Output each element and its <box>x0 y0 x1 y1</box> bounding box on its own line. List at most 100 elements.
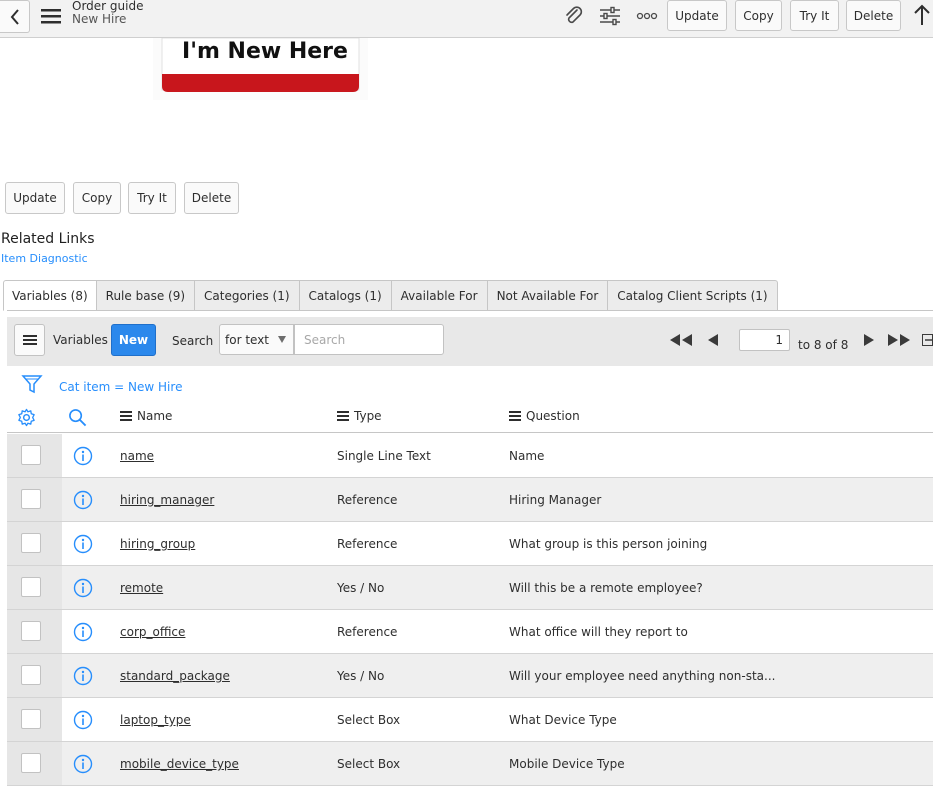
tab-catalog-client-scripts[interactable]: Catalog Client Scripts (1) <box>608 280 778 311</box>
filter-breadcrumb-link[interactable]: Cat item = New Hire <box>59 380 182 394</box>
search-icon[interactable] <box>68 408 87 427</box>
row-name-link[interactable]: corp_office <box>120 625 185 639</box>
sliders-icon <box>600 6 620 26</box>
arrow-up-icon <box>914 4 930 25</box>
table-row: laptop_type Select Box What Device Type <box>7 698 933 742</box>
breadcrumb: Cat item = New Hire <box>7 369 933 401</box>
row-type: Reference <box>337 493 398 507</box>
info-icon <box>73 534 93 554</box>
gear-icon[interactable] <box>17 408 36 427</box>
header-delete-button[interactable]: Delete <box>846 0 901 31</box>
row-type: Reference <box>337 625 398 639</box>
row-type: Reference <box>337 537 398 551</box>
info-icon <box>73 446 93 466</box>
tab-categories[interactable]: Categories (1) <box>195 280 300 311</box>
item-picture: I'm New Here <box>153 38 368 100</box>
header-subtitle: New Hire <box>72 12 127 26</box>
row-checkbox[interactable] <box>21 753 41 773</box>
table-header: Name Type Question <box>7 401 933 433</box>
list-menu-button[interactable] <box>14 324 45 356</box>
row-info-button[interactable] <box>73 446 93 469</box>
column-header-type[interactable]: Type <box>337 409 382 423</box>
column-question-label: Question <box>526 409 580 423</box>
column-menu-icon <box>337 411 349 421</box>
filter-icon[interactable] <box>21 373 43 395</box>
row-type: Yes / No <box>337 669 385 683</box>
row-name-link[interactable]: standard_package <box>120 669 230 683</box>
table-row: corp_office Reference What office will the… <box>7 610 933 654</box>
row-info-button[interactable] <box>73 666 93 689</box>
table-row: standard_package Yes / No Will your employ… <box>7 654 933 698</box>
scroll-top-button[interactable] <box>909 3 933 27</box>
search-label: Search <box>172 334 214 348</box>
more-options-button[interactable] <box>634 4 660 28</box>
row-question: Will this be a remote employee? <box>509 581 703 595</box>
info-icon <box>73 666 93 686</box>
header-copy-button[interactable]: Copy <box>735 0 782 31</box>
related-links-title: Related Links <box>1 231 95 247</box>
row-name-link[interactable]: hiring_manager <box>120 493 214 507</box>
row-checkbox[interactable] <box>21 709 41 729</box>
tab-variables[interactable]: Variables (8) <box>3 280 97 311</box>
row-name-link[interactable]: remote <box>120 581 163 595</box>
hamburger-icon[interactable] <box>40 6 62 26</box>
column-header-question[interactable]: Question <box>509 409 580 423</box>
more-icon <box>636 12 658 20</box>
tab-not-available-for[interactable]: Not Available For <box>487 280 609 311</box>
item-diagnostic-link[interactable]: Item Diagnostic <box>1 252 88 265</box>
collapse-list-button[interactable] <box>922 331 933 349</box>
table-row: name Single Line Text Name <box>7 434 933 478</box>
page-number-input[interactable] <box>739 329 790 351</box>
row-select-cell <box>7 698 62 741</box>
personalize-form-button[interactable] <box>597 4 623 28</box>
paperclip-icon <box>566 6 583 24</box>
row-info-button[interactable] <box>73 578 93 601</box>
copy-button[interactable]: Copy <box>73 182 121 214</box>
new-button[interactable]: New <box>111 324 156 356</box>
column-menu-icon <box>120 411 132 421</box>
row-name-link[interactable]: hiring_group <box>120 537 195 551</box>
row-checkbox[interactable] <box>21 489 41 509</box>
row-info-button[interactable] <box>73 534 93 557</box>
page-count: to 8 of 8 <box>798 338 849 352</box>
previous-page-button[interactable] <box>707 331 719 349</box>
row-info-button[interactable] <box>73 710 93 733</box>
row-select-cell <box>7 654 62 697</box>
tab-available-for[interactable]: Available For <box>391 280 488 311</box>
form-header: Order guide New Hire Update Copy Try It … <box>0 0 933 38</box>
search-field-value: for text <box>225 332 269 347</box>
column-name-label: Name <box>137 409 173 423</box>
header-update-button[interactable]: Update <box>667 0 727 31</box>
row-info-button[interactable] <box>73 622 93 645</box>
row-checkbox[interactable] <box>21 533 41 553</box>
tab-catalogs[interactable]: Catalogs (1) <box>299 280 392 311</box>
row-name-link[interactable]: laptop_type <box>120 713 191 727</box>
info-icon <box>73 754 93 774</box>
last-page-icon <box>888 334 910 346</box>
row-name-link[interactable]: name <box>120 449 154 463</box>
row-info-button[interactable] <box>73 754 93 777</box>
back-button[interactable] <box>0 0 30 33</box>
row-checkbox[interactable] <box>21 445 41 465</box>
try-it-button[interactable]: Try It <box>128 182 176 214</box>
search-input[interactable] <box>294 324 444 355</box>
row-checkbox[interactable] <box>21 621 41 641</box>
row-select-cell <box>7 742 62 785</box>
row-name-link[interactable]: mobile_device_type <box>120 757 239 771</box>
first-page-button[interactable] <box>669 331 693 349</box>
variables-list: Variables New Search for text to 8 of 8 … <box>7 310 933 788</box>
tab-rule-base[interactable]: Rule base (9) <box>96 280 196 311</box>
header-try-it-button[interactable]: Try It <box>790 0 839 31</box>
next-page-button[interactable] <box>863 331 875 349</box>
prev-page-icon <box>708 334 718 346</box>
row-checkbox[interactable] <box>21 577 41 597</box>
row-checkbox[interactable] <box>21 665 41 685</box>
search-field-select[interactable]: for text <box>219 324 294 355</box>
last-page-button[interactable] <box>887 331 911 349</box>
delete-button[interactable]: Delete <box>184 182 239 214</box>
row-type: Single Line Text <box>337 449 431 463</box>
attachment-button[interactable] <box>561 4 587 28</box>
column-header-name[interactable]: Name <box>120 409 172 423</box>
update-button[interactable]: Update <box>5 182 65 214</box>
row-info-button[interactable] <box>73 490 93 513</box>
